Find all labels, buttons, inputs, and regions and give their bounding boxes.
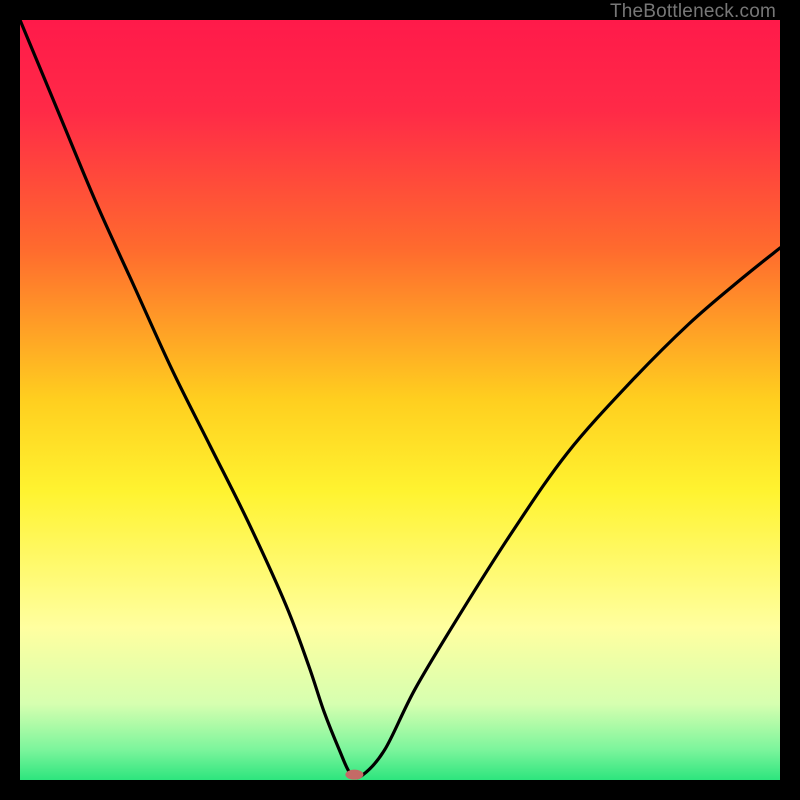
gradient-background [20,20,780,780]
min-marker [345,770,363,780]
chart-frame [20,20,780,780]
chart-svg [20,20,780,780]
watermark-text: TheBottleneck.com [610,1,776,23]
